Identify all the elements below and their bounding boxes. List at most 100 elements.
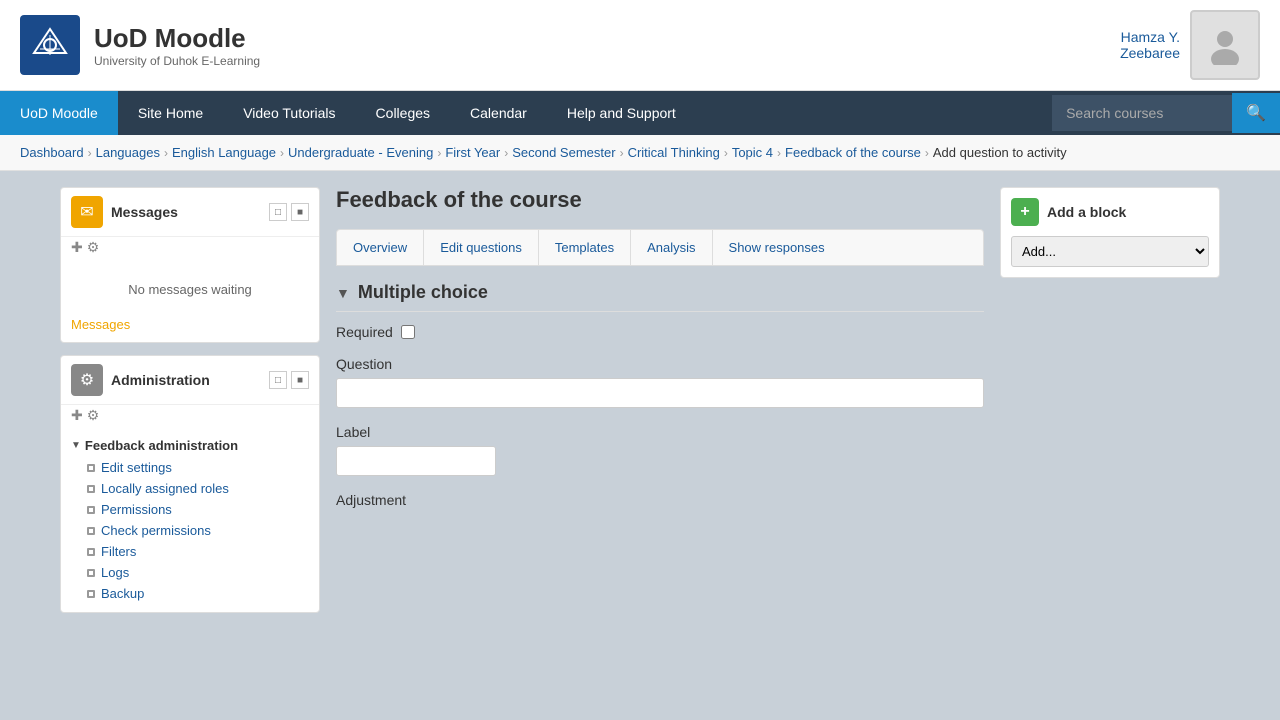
left-sidebar: ✉ Messages □ ■ ✚ ⚙ No messages waiting M… — [60, 187, 320, 613]
admin-minimize-button[interactable]: □ — [269, 371, 287, 389]
admin-icon: ⚙ — [71, 364, 103, 396]
tab-edit-questions[interactable]: Edit questions — [424, 230, 539, 265]
admin-item-label: Backup — [101, 586, 144, 601]
sep3: › — [280, 146, 284, 160]
admin-item-label: Filters — [101, 544, 136, 559]
feedback-admin-section[interactable]: ▼ Feedback administration — [71, 438, 309, 453]
admin-item-edit-settings[interactable]: Edit settings — [87, 457, 309, 478]
adjustment-label: Adjustment — [336, 492, 984, 508]
question-form: Required Question Label — [336, 324, 984, 508]
messages-body: No messages waiting — [61, 262, 319, 317]
nav-item-calendar[interactable]: Calendar — [450, 91, 547, 135]
breadcrumb-undergraduate[interactable]: Undergraduate - Evening — [288, 145, 433, 160]
bullet-icon — [87, 506, 95, 514]
admin-item-filters[interactable]: Filters — [87, 541, 309, 562]
breadcrumb-current: Add question to activity — [933, 145, 1067, 160]
admin-item-label: Edit settings — [101, 460, 172, 475]
sep8: › — [777, 146, 781, 160]
messages-icon: ✉ — [71, 196, 103, 228]
admin-item-label: Locally assigned roles — [101, 481, 229, 496]
sep5: › — [504, 146, 508, 160]
tab-show-responses[interactable]: Show responses — [713, 230, 841, 265]
section-title: Multiple choice — [358, 282, 488, 303]
section-collapse-arrow: ▼ — [71, 440, 81, 451]
right-sidebar: + Add a block Add... — [1000, 187, 1220, 613]
question-label: Question — [336, 356, 984, 372]
admin-block-header: ⚙ Administration □ ■ — [61, 356, 319, 405]
nav-item-help[interactable]: Help and Support — [547, 91, 696, 135]
admin-settings-button[interactable]: ⚙ — [87, 407, 100, 424]
admin-item-backup[interactable]: Backup — [87, 583, 309, 604]
nav-item-colleges[interactable]: Colleges — [356, 91, 450, 135]
bullet-icon — [87, 569, 95, 577]
messages-link[interactable]: Messages — [61, 317, 319, 342]
sep6: › — [620, 146, 624, 160]
bullet-icon — [87, 485, 95, 493]
tab-analysis[interactable]: Analysis — [631, 230, 712, 265]
question-input[interactable] — [336, 378, 984, 408]
breadcrumb: Dashboard › Languages › English Language… — [0, 135, 1280, 171]
admin-add-button[interactable]: ✚ — [71, 407, 83, 424]
required-checkbox[interactable] — [401, 325, 415, 339]
page-header: UoD Moodle University of Duhok E-Learnin… — [0, 0, 1280, 91]
required-label: Required — [336, 324, 984, 340]
search-container: 🔍 — [1052, 93, 1280, 133]
collapse-arrow-icon[interactable]: ▼ — [336, 285, 350, 301]
tabs-bar: Overview Edit questions Templates Analys… — [336, 229, 984, 266]
messages-settings-button[interactable]: ⚙ — [87, 239, 100, 256]
nav-item-video-tutorials[interactable]: Video Tutorials — [223, 91, 355, 135]
admin-actions: ✚ ⚙ — [61, 405, 319, 430]
tab-templates[interactable]: Templates — [539, 230, 631, 265]
admin-title: Administration — [111, 372, 269, 388]
tab-overview[interactable]: Overview — [337, 230, 424, 265]
navigation-bar: UoD Moodle Site Home Video Tutorials Col… — [0, 91, 1280, 135]
messages-add-button[interactable]: ✚ — [71, 239, 83, 256]
logo-text: UoD Moodle University of Duhok E-Learnin… — [94, 23, 260, 68]
admin-tree: ▼ Feedback administration Edit settings … — [61, 430, 319, 612]
search-button[interactable]: 🔍 — [1232, 93, 1280, 133]
breadcrumb-first-year[interactable]: First Year — [445, 145, 500, 160]
bullet-icon — [87, 590, 95, 598]
messages-block: ✉ Messages □ ■ ✚ ⚙ No messages waiting M… — [60, 187, 320, 343]
admin-item-locally-assigned-roles[interactable]: Locally assigned roles — [87, 478, 309, 499]
no-messages-text: No messages waiting — [71, 272, 309, 307]
breadcrumb-topic4[interactable]: Topic 4 — [732, 145, 773, 160]
page-title: Feedback of the course — [336, 187, 984, 213]
nav-item-site-home[interactable]: Site Home — [118, 91, 223, 135]
label-input[interactable] — [336, 446, 496, 476]
sep1: › — [88, 146, 92, 160]
admin-config-button[interactable]: ■ — [291, 371, 309, 389]
breadcrumb-languages[interactable]: Languages — [96, 145, 160, 160]
breadcrumb-english-language[interactable]: English Language — [172, 145, 276, 160]
admin-item-check-permissions[interactable]: Check permissions — [87, 520, 309, 541]
admin-item-logs[interactable]: Logs — [87, 562, 309, 583]
breadcrumb-dashboard[interactable]: Dashboard — [20, 145, 84, 160]
add-block-select[interactable]: Add... — [1011, 236, 1209, 267]
breadcrumb-feedback[interactable]: Feedback of the course — [785, 145, 921, 160]
user-name[interactable]: Hamza Y. Zeebaree — [1120, 29, 1180, 61]
admin-items-list: Edit settings Locally assigned roles Per… — [71, 457, 309, 604]
breadcrumb-second-semester[interactable]: Second Semester — [512, 145, 615, 160]
messages-config-button[interactable]: ■ — [291, 203, 309, 221]
question-field: Question — [336, 356, 984, 408]
messages-title: Messages — [111, 204, 269, 220]
required-field: Required — [336, 324, 984, 340]
sep7: › — [724, 146, 728, 160]
messages-minimize-button[interactable]: □ — [269, 203, 287, 221]
add-block-title: Add a block — [1047, 204, 1126, 220]
sep9: › — [925, 146, 929, 160]
add-block-widget: + Add a block Add... — [1000, 187, 1220, 278]
label-field: Label — [336, 424, 984, 476]
admin-item-permissions[interactable]: Permissions — [87, 499, 309, 520]
logo-image — [20, 15, 80, 75]
adjustment-field: Adjustment — [336, 492, 984, 508]
search-input[interactable] — [1052, 95, 1232, 131]
messages-actions: ✚ ⚙ — [61, 237, 319, 262]
administration-block: ⚙ Administration □ ■ ✚ ⚙ ▼ Feedback admi… — [60, 355, 320, 613]
bullet-icon — [87, 548, 95, 556]
nav-item-uod-moodle[interactable]: UoD Moodle — [0, 91, 118, 135]
avatar[interactable] — [1190, 10, 1260, 80]
messages-block-header: ✉ Messages □ ■ — [61, 188, 319, 237]
main-container: ✉ Messages □ ■ ✚ ⚙ No messages waiting M… — [40, 171, 1240, 629]
breadcrumb-critical-thinking[interactable]: Critical Thinking — [628, 145, 720, 160]
